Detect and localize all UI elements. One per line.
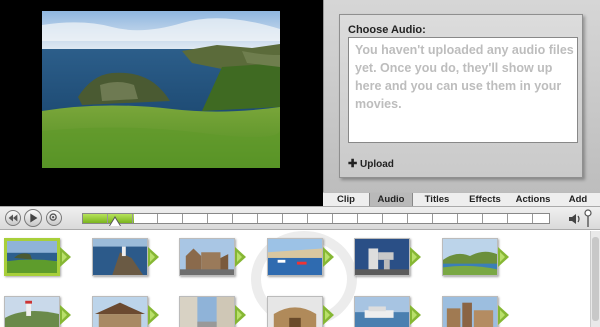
modern-sculpture-image — [355, 239, 409, 275]
transition-arrow-icon[interactable] — [60, 247, 71, 267]
tab-titles[interactable]: Titles — [417, 193, 457, 207]
coast-landscape-image — [42, 11, 280, 168]
lighthouse-cliff-image — [92, 239, 147, 275]
coast-meadow-image — [7, 241, 57, 273]
transition-arrow-icon[interactable] — [410, 305, 421, 325]
transition-arrow-icon[interactable] — [322, 247, 334, 267]
tab-add[interactable]: Add — [563, 193, 593, 207]
transition-arrow-icon[interactable] — [235, 247, 246, 267]
upload-label: Upload — [360, 159, 394, 170]
transport-bar — [0, 206, 600, 230]
clip-image — [441, 296, 498, 327]
clip-thumbnail[interactable] — [91, 296, 159, 327]
audio-file-list[interactable]: You haven't uploaded any audio files yet… — [348, 37, 578, 143]
stone-city-image — [442, 297, 497, 327]
clip-image — [4, 238, 60, 276]
volume-icon[interactable] — [568, 213, 582, 225]
playhead-handle[interactable] — [110, 218, 120, 226]
upload-audio-link[interactable]: ✚ Upload — [348, 157, 394, 170]
clip-thumbnail[interactable] — [441, 238, 509, 276]
clip-thumbnail[interactable] — [4, 296, 71, 327]
clip-image — [266, 238, 323, 276]
editor-tabs: Clip Audio Titles Effects Actions Add — [323, 192, 600, 207]
transition-arrow-icon[interactable] — [147, 247, 159, 267]
audio-panel-title: Choose Audio: — [348, 24, 426, 36]
zoom-icon — [49, 213, 57, 221]
tab-actions[interactable]: Actions — [511, 193, 555, 207]
clip-image — [354, 296, 410, 327]
clip-image — [91, 238, 148, 276]
transition-arrow-icon[interactable] — [147, 305, 159, 325]
plus-icon: ✚ — [348, 158, 358, 170]
clip-thumbnail[interactable] — [354, 296, 421, 327]
hill-lighthouse-image — [5, 297, 59, 327]
tab-effects[interactable]: Effects — [463, 193, 507, 207]
clip-thumbnail[interactable] — [266, 238, 334, 276]
play-button[interactable] — [24, 209, 42, 227]
audio-chooser: Choose Audio: You haven't uploaded any a… — [339, 14, 583, 178]
clip-image — [266, 296, 323, 327]
tab-audio[interactable]: Audio — [369, 193, 413, 207]
clip-thumbnail[interactable] — [441, 296, 509, 327]
clip-image — [354, 238, 410, 276]
clip-thumbnail[interactable] — [91, 238, 159, 276]
clip-image — [91, 296, 148, 327]
narrow-street-image — [180, 297, 234, 327]
empty-audio-message: You haven't uploaded any audio files yet… — [355, 43, 574, 111]
clip-thumbnail[interactable] — [354, 238, 421, 276]
rewind-button[interactable] — [5, 210, 21, 226]
clip-image — [179, 296, 235, 327]
transition-arrow-icon[interactable] — [497, 305, 509, 325]
clip-thumbnail[interactable] — [179, 296, 246, 327]
river-boat-image — [355, 297, 409, 327]
transition-arrow-icon[interactable] — [322, 305, 334, 325]
clip-image — [179, 238, 235, 276]
market-hall-image — [92, 297, 147, 327]
transition-arrow-icon[interactable] — [497, 247, 509, 267]
track-ticks — [83, 214, 549, 223]
volume-slider[interactable] — [584, 209, 592, 227]
timeline-scrollbar[interactable] — [590, 231, 600, 327]
transition-arrow-icon[interactable] — [410, 247, 421, 267]
play-icon — [30, 213, 38, 223]
audio-panel: Choose Audio: You haven't uploaded any a… — [323, 0, 600, 192]
clip-thumbnail[interactable] — [266, 296, 334, 327]
timeline-scrubber-track[interactable] — [82, 213, 550, 224]
clip-thumbnail[interactable] — [179, 238, 246, 276]
zoom-button[interactable] — [46, 210, 62, 226]
movie-editor: Choose Audio: You haven't uploaded any a… — [0, 0, 600, 327]
harbor-boats-image — [267, 239, 322, 275]
preview-frame — [42, 11, 280, 168]
green-hills-image — [442, 239, 497, 275]
scrollbar-thumb[interactable] — [592, 237, 599, 321]
tab-clip[interactable]: Clip — [326, 193, 366, 207]
clip-timeline — [0, 231, 600, 327]
transition-arrow-icon[interactable] — [60, 305, 71, 325]
clip-image — [4, 296, 60, 327]
clip-image — [441, 238, 498, 276]
cathedral-image — [267, 297, 322, 327]
video-preview[interactable] — [0, 0, 323, 206]
transition-arrow-icon[interactable] — [235, 305, 246, 325]
clip-thumbnail[interactable] — [4, 238, 71, 276]
rewind-icon — [8, 214, 18, 222]
old-church-image — [180, 239, 234, 275]
